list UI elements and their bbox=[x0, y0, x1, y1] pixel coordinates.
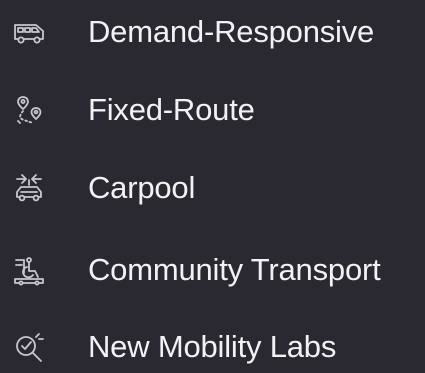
menu-item-label: New Mobility Labs bbox=[88, 329, 337, 364]
menu-item-fixed-route[interactable]: Fixed-Route bbox=[12, 84, 255, 136]
wheelchair-van-icon bbox=[12, 253, 46, 287]
lab-search-icon bbox=[12, 330, 46, 364]
route-pins-icon bbox=[12, 93, 46, 127]
menu-item-carpool[interactable]: Carpool bbox=[12, 162, 195, 214]
menu-item-community-transport[interactable]: Community Transport bbox=[12, 244, 381, 296]
menu-item-label: Carpool bbox=[88, 170, 196, 205]
menu-item-label: Fixed-Route bbox=[88, 92, 255, 127]
menu-item-label: Community Transport bbox=[88, 252, 381, 287]
menu-item-label: Demand-Responsive bbox=[88, 14, 375, 49]
menu-item-demand-responsive[interactable]: Demand-Responsive bbox=[12, 6, 374, 58]
carpool-icon bbox=[12, 171, 46, 205]
menu-item-new-mobility-labs[interactable]: New Mobility Labs bbox=[12, 321, 336, 373]
transport-menu: Demand-Responsive Fixed-Route Carpool Co… bbox=[0, 0, 425, 367]
van-icon bbox=[12, 15, 46, 49]
